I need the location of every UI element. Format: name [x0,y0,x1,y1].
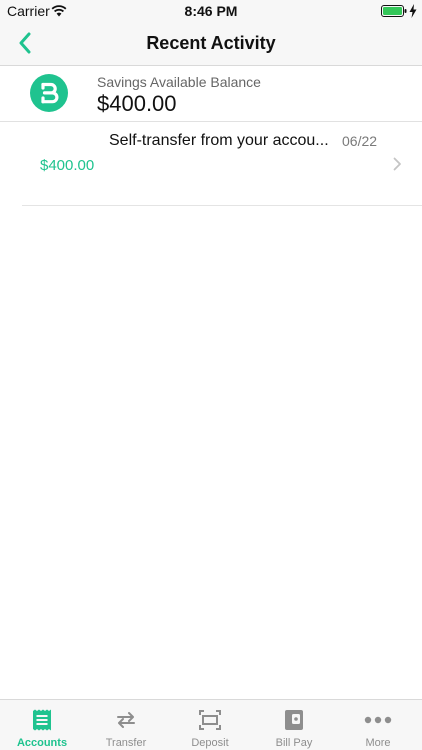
account-summary: Savings Available Balance $400.00 [0,66,422,122]
tab-label: Transfer [105,737,147,749]
more-icon [364,716,392,724]
tab-label: Deposit [191,737,229,749]
transaction-amount: $400.00 [40,157,95,174]
chevron-right-icon [393,157,401,171]
tab-transfer[interactable]: Transfer [84,700,168,750]
tab-bill-pay[interactable]: Bill Pay [252,700,336,750]
transaction-row[interactable]: Self-transfer from your accou... 06/22 $… [22,122,422,206]
battery-icon [381,5,407,17]
page-title: Recent Activity [146,33,276,53]
navigation-bar: Recent Activity [0,22,422,66]
transfer-icon [117,712,135,728]
tab-deposit[interactable]: Deposit [168,700,252,750]
balance-label: Savings Available Balance [97,74,261,90]
tab-label: Bill Pay [275,737,313,749]
transaction-date: 06/22 [342,133,378,149]
transaction-description: Self-transfer from your accou... [109,132,329,149]
tab-more[interactable]: More [336,700,420,750]
clock: 8:46 PM [184,3,238,19]
balance-amount: $400.00 [97,91,177,116]
tab-label: Accounts [16,737,68,749]
tab-label: More [365,737,391,749]
bill-pay-icon [285,710,303,730]
charging-bolt-icon [409,4,417,18]
status-bar: Carrier 8:46 PM [0,0,422,22]
tab-accounts[interactable]: Accounts [0,700,84,750]
tab-bar: Accounts Transfer Deposit Bill Pay More [0,699,422,750]
bank-logo-icon [30,74,68,112]
deposit-icon [199,710,221,730]
accounts-icon [33,709,51,731]
